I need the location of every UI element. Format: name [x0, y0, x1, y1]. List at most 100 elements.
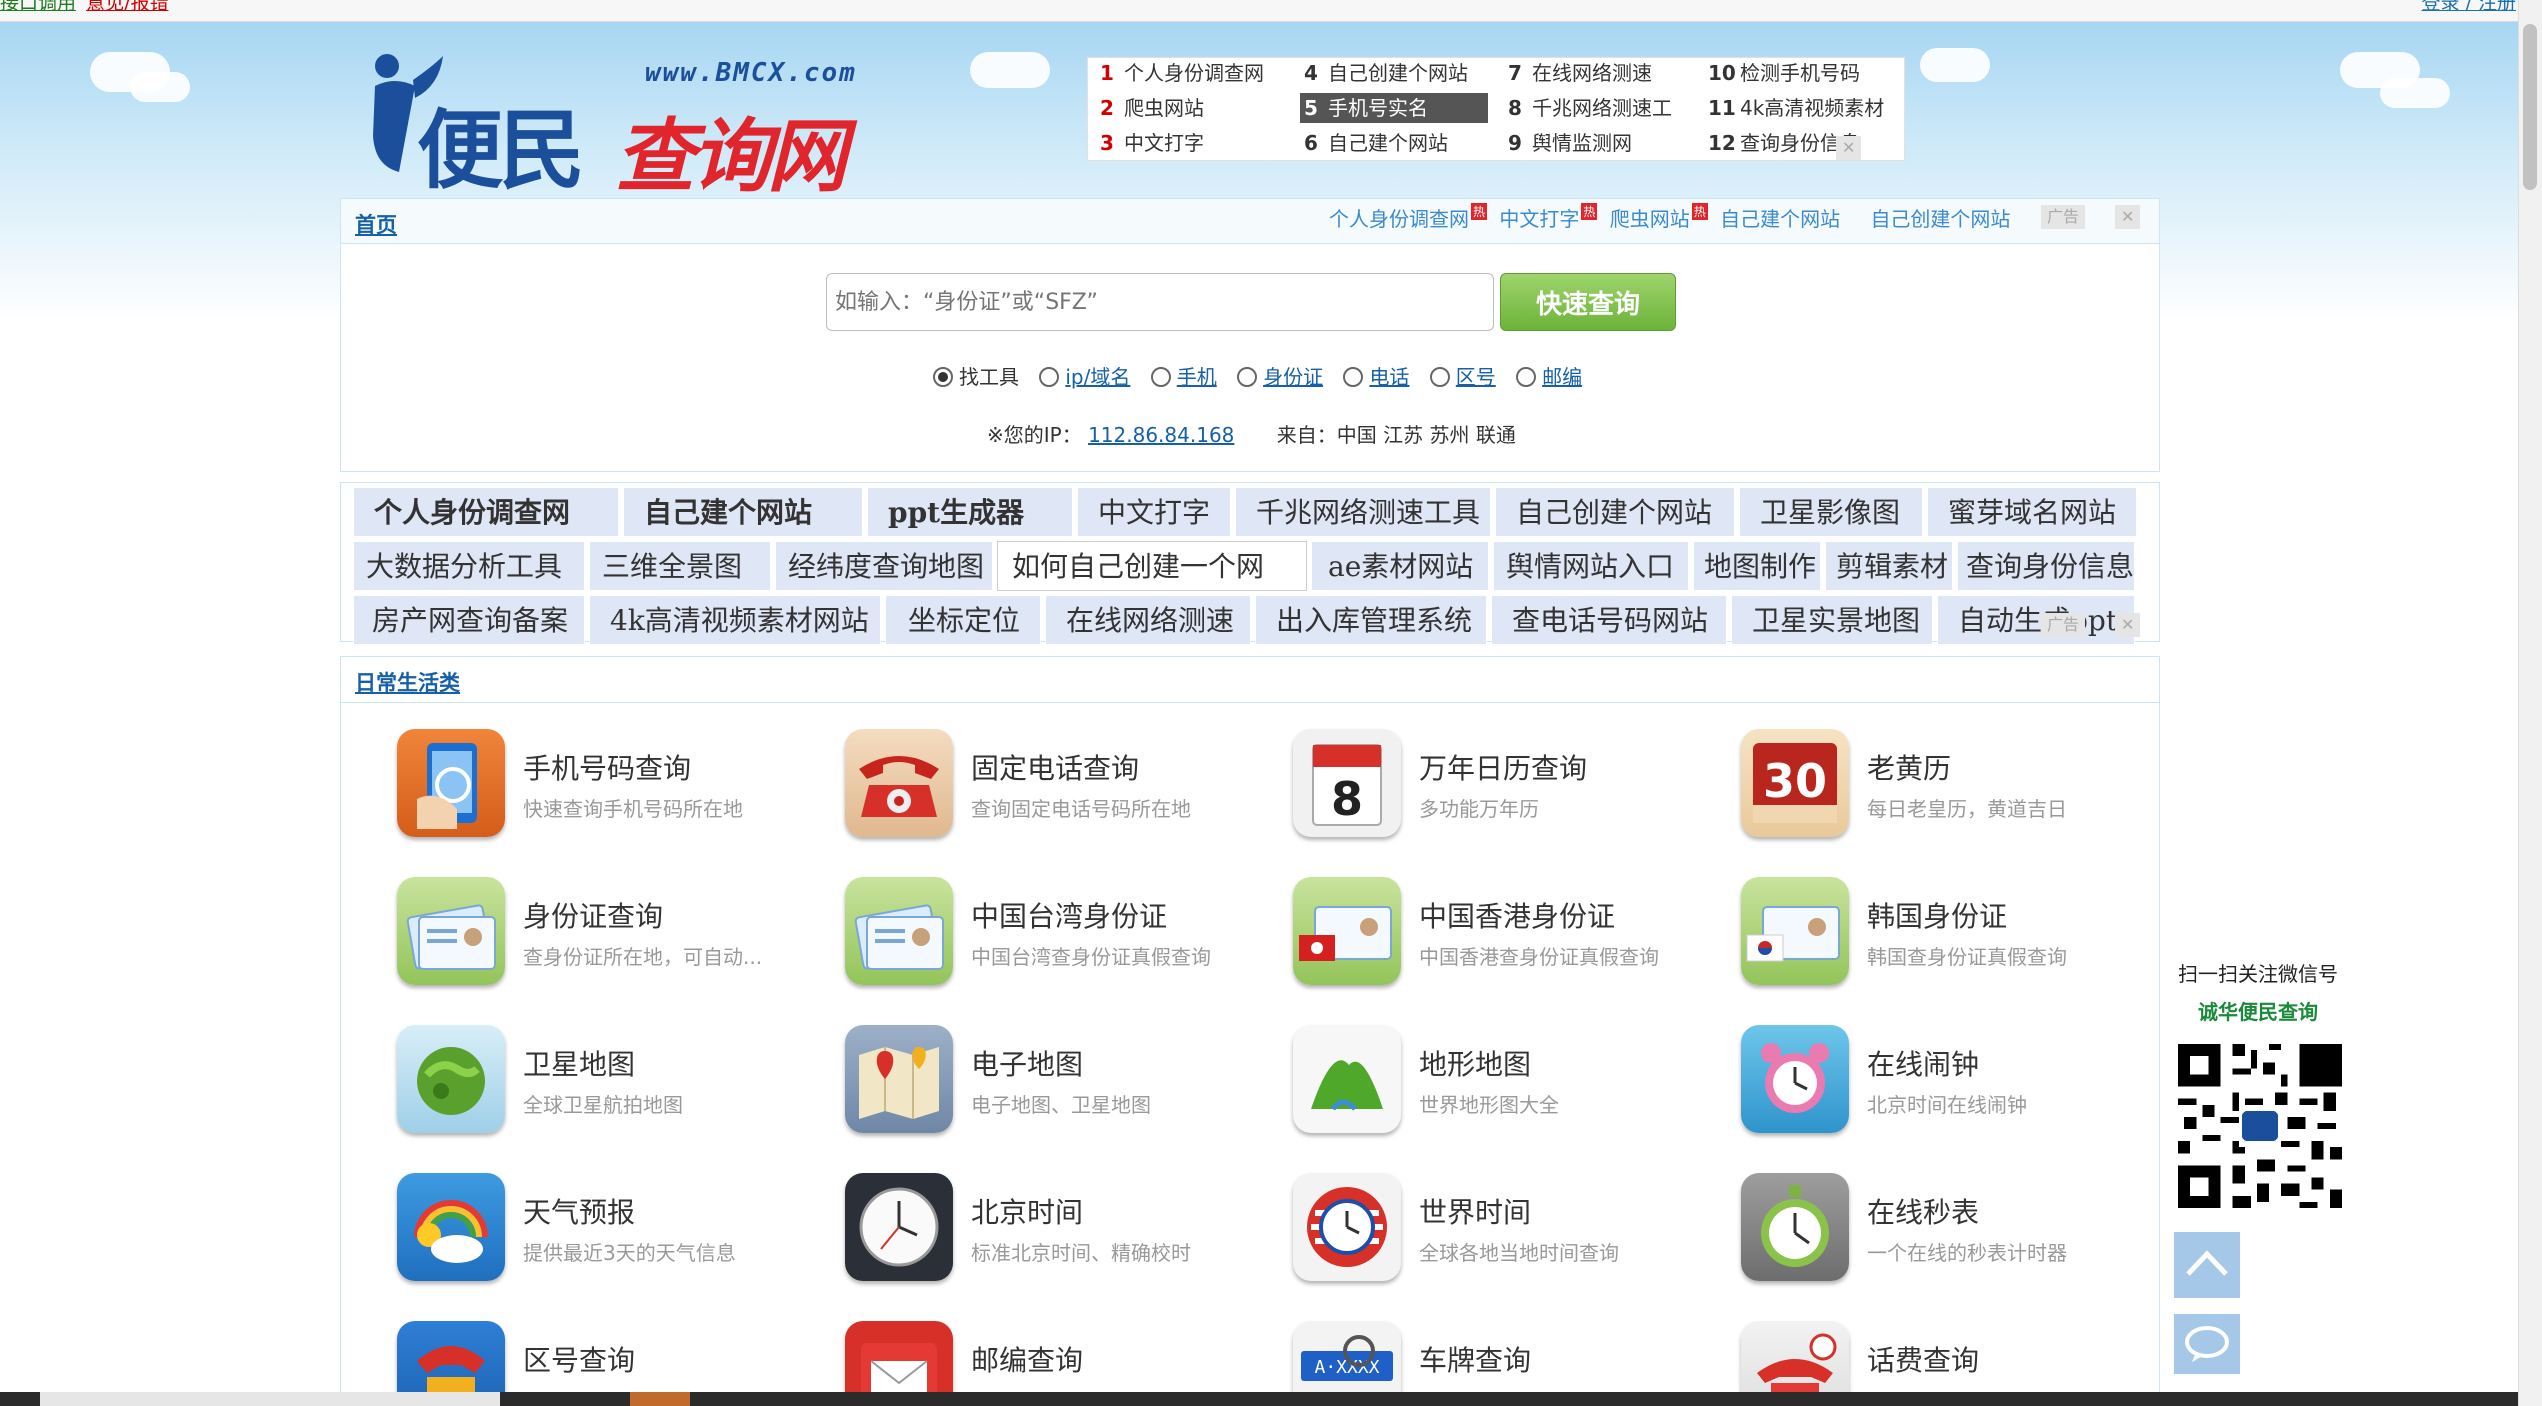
- hot-item[interactable]: 8 千兆网络测速工: [1508, 93, 1672, 123]
- tag-link[interactable]: 卫星实景地图: [1731, 595, 1933, 645]
- radio-postcode[interactable]: 邮编: [1516, 361, 1582, 390]
- radio-tools[interactable]: 找工具: [933, 361, 1019, 390]
- radio-dot[interactable]: [1237, 367, 1258, 387]
- radio-dot[interactable]: [1429, 367, 1450, 387]
- tool-card-terrain-map[interactable]: 地形地图 世界地形图大全: [1293, 1025, 1713, 1145]
- tag-link[interactable]: 坐标定位: [885, 595, 1041, 645]
- section-title-link[interactable]: 日常生活类: [355, 667, 460, 697]
- hot-item[interactable]: 11 4k高清视频素材: [1708, 93, 1884, 123]
- tag-link[interactable]: 房产网查询备案: [353, 595, 585, 645]
- ad-label: 广告: [2041, 205, 2086, 229]
- hot-item[interactable]: 2 爬虫网站: [1100, 93, 1204, 123]
- tool-card-beijing-time[interactable]: 北京时间 标准北京时间、精确校时: [845, 1173, 1265, 1293]
- tool-card-tw-id[interactable]: 中国台湾身份证 中国台湾查身份证真假查询: [845, 877, 1265, 997]
- quick-search-button[interactable]: 快速查询: [1500, 273, 1676, 331]
- clock-icon: [845, 1173, 953, 1281]
- hot-list: 1 个人身份调查网 2 爬虫网站 3 中文打字 4 自己创建个网站 5 手机号实名 6 自己…: [1087, 57, 1905, 161]
- tag-link[interactable]: 经纬度查询地图: [775, 541, 993, 591]
- card-title: 固定电话查询: [971, 752, 1140, 785]
- tag-link[interactable]: ppt生成器: [867, 487, 1073, 537]
- quick-link[interactable]: 自己创建个网站: [1870, 207, 2010, 231]
- radio-area-code[interactable]: 区号: [1429, 361, 1496, 390]
- tag-link[interactable]: 4k高清视频素材网站: [589, 595, 881, 645]
- tool-card-world-time[interactable]: 世界时间 全球各地当地时间查询: [1293, 1173, 1713, 1293]
- home-link[interactable]: 首页: [355, 209, 397, 239]
- card-desc: 标准北京时间、精确校时: [971, 1241, 1191, 1265]
- tag-link[interactable]: 大数据分析工具: [353, 541, 585, 591]
- tag-link[interactable]: 蜜芽域名网站: [1927, 487, 2137, 537]
- panel-header: 首页 个人身份调查网 中文打字 爬虫网站 自己建个网站 自己创建个网站 广告 ✕: [341, 199, 2159, 244]
- hot-item[interactable]: 1 个人身份调查网: [1100, 58, 1264, 88]
- hot-item[interactable]: 4 自己创建个网站: [1304, 58, 1468, 88]
- tool-card-hk-id[interactable]: 中国香港身份证 中国香港查身份证真假查询: [1293, 877, 1713, 997]
- radio-dot[interactable]: [1150, 367, 1171, 387]
- back-to-top-button[interactable]: [2174, 1232, 2240, 1298]
- card-title: 地形地图: [1419, 1048, 1532, 1081]
- tag-link[interactable]: 自动生成ppt: [1937, 595, 2135, 645]
- hot-item[interactable]: 6 自己建个网站: [1304, 128, 1448, 158]
- ip-info: ※您的IP： 112.86.84.168 来自：中国 江苏 苏州 联通: [987, 419, 1516, 448]
- ad-close[interactable]: ✕: [1836, 136, 1862, 160]
- tag-link[interactable]: 如何自己创建一个网: [997, 541, 1307, 591]
- tool-card-weather[interactable]: 天气预报 提供最近3天的天气信息: [397, 1173, 817, 1293]
- quick-link[interactable]: 中文打字: [1499, 207, 1579, 231]
- tool-card-e-map[interactable]: 电子地图 电子地图、卫星地图: [845, 1025, 1265, 1145]
- radio-ip-domain[interactable]: ip/域名: [1039, 361, 1130, 390]
- tool-card-id-card[interactable]: 身份证查询 查身份证所在地，可自动...: [397, 877, 817, 997]
- hot-item[interactable]: 10 检测手机号码: [1708, 58, 1860, 88]
- tag-link[interactable]: 自己建个网站: [623, 487, 863, 537]
- radio-dot[interactable]: [1343, 367, 1364, 387]
- login-register-link[interactable]: 登录 / 注册: [2422, 0, 2516, 13]
- tag-link[interactable]: 舆情网站入口: [1493, 541, 1689, 591]
- radio-mobile[interactable]: 手机: [1150, 361, 1217, 390]
- tag-link[interactable]: 个人身份调查网: [353, 487, 619, 537]
- search-input[interactable]: [826, 273, 1494, 331]
- tag-link[interactable]: 出入库管理系统: [1255, 595, 1487, 645]
- tag-link[interactable]: 地图制作: [1693, 541, 1821, 591]
- radio-id-card[interactable]: 身份证: [1237, 361, 1323, 390]
- feedback-link[interactable]: 意见/报错: [86, 0, 168, 14]
- tag-link[interactable]: 三维全景图: [589, 541, 771, 591]
- tool-card-calendar[interactable]: 8 万年日历查询 多功能万年历: [1293, 729, 1713, 849]
- ad-close[interactable]: ✕: [2115, 613, 2141, 637]
- radio-dot[interactable]: [933, 367, 953, 387]
- tag-link[interactable]: 中文打字: [1077, 487, 1231, 537]
- api-link[interactable]: 接口调用: [0, 0, 76, 14]
- tag-link[interactable]: 千兆网络测速工具: [1235, 487, 1491, 537]
- quick-link[interactable]: 个人身份调查网: [1329, 207, 1469, 231]
- tag-link[interactable]: 查电话号码网站: [1491, 595, 1727, 645]
- tool-card-mobile-lookup[interactable]: 手机号码查询 快速查询手机号码所在地: [397, 729, 817, 849]
- tool-card-satellite-map[interactable]: 卫星地图 全球卫星航拍地图: [397, 1025, 817, 1145]
- ad-close[interactable]: ✕: [2115, 205, 2141, 229]
- card-title: 邮编查询: [971, 1344, 1084, 1377]
- vertical-scrollbar[interactable]: [2518, 0, 2542, 1406]
- tag-link[interactable]: ae素材网站: [1311, 541, 1489, 591]
- ip-value-link[interactable]: 112.86.84.168: [1088, 423, 1234, 447]
- card-desc: 中国香港查身份证真假查询: [1419, 945, 1659, 969]
- hot-item[interactable]: 7 在线网络测速: [1508, 58, 1652, 88]
- radio-dot[interactable]: [1516, 367, 1537, 387]
- tag-link[interactable]: 卫星影像图: [1739, 487, 1923, 537]
- chat-button[interactable]: [2174, 1314, 2240, 1374]
- tool-card-stopwatch[interactable]: 在线秒表 一个在线的秒表计时器: [1741, 1173, 2161, 1293]
- quick-link[interactable]: 自己建个网站: [1720, 207, 1840, 231]
- tag-link[interactable]: 在线网络测速: [1045, 595, 1251, 645]
- site-logo[interactable]: www.BMCX.com 便民 查询网: [355, 40, 885, 203]
- tag-link[interactable]: 剪辑素材: [1825, 541, 1953, 591]
- tool-card-alarm[interactable]: 在线闹钟 北京时间在线闹钟: [1741, 1025, 2161, 1145]
- tag-link[interactable]: 查询身份信息: [1957, 541, 2135, 591]
- tool-card-landline[interactable]: 固定电话查询 查询固定电话号码所在地: [845, 729, 1265, 849]
- svg-text:30: 30: [1763, 754, 1827, 808]
- tool-card-kr-id[interactable]: 韩国身份证 韩国查身份证真假查询: [1741, 877, 2161, 997]
- ad-label: 广告: [2041, 613, 2086, 637]
- radio-phone[interactable]: 电话: [1343, 361, 1409, 390]
- tool-card-almanac[interactable]: 30 老黄历 每日老皇历，黄道吉日: [1741, 729, 2161, 849]
- hot-item-highlighted[interactable]: 5 手机号实名: [1300, 93, 1488, 123]
- quick-link[interactable]: 爬虫网站: [1610, 207, 1690, 231]
- tag-link[interactable]: 自己创建个网站: [1495, 487, 1735, 537]
- hot-item[interactable]: 9 舆情监测网: [1508, 128, 1632, 158]
- hot-item[interactable]: 3 中文打字: [1100, 128, 1204, 158]
- logo-text-blue: 便民: [417, 100, 585, 201]
- scrollbar-thumb[interactable]: [2523, 24, 2537, 190]
- radio-dot[interactable]: [1039, 367, 1060, 387]
